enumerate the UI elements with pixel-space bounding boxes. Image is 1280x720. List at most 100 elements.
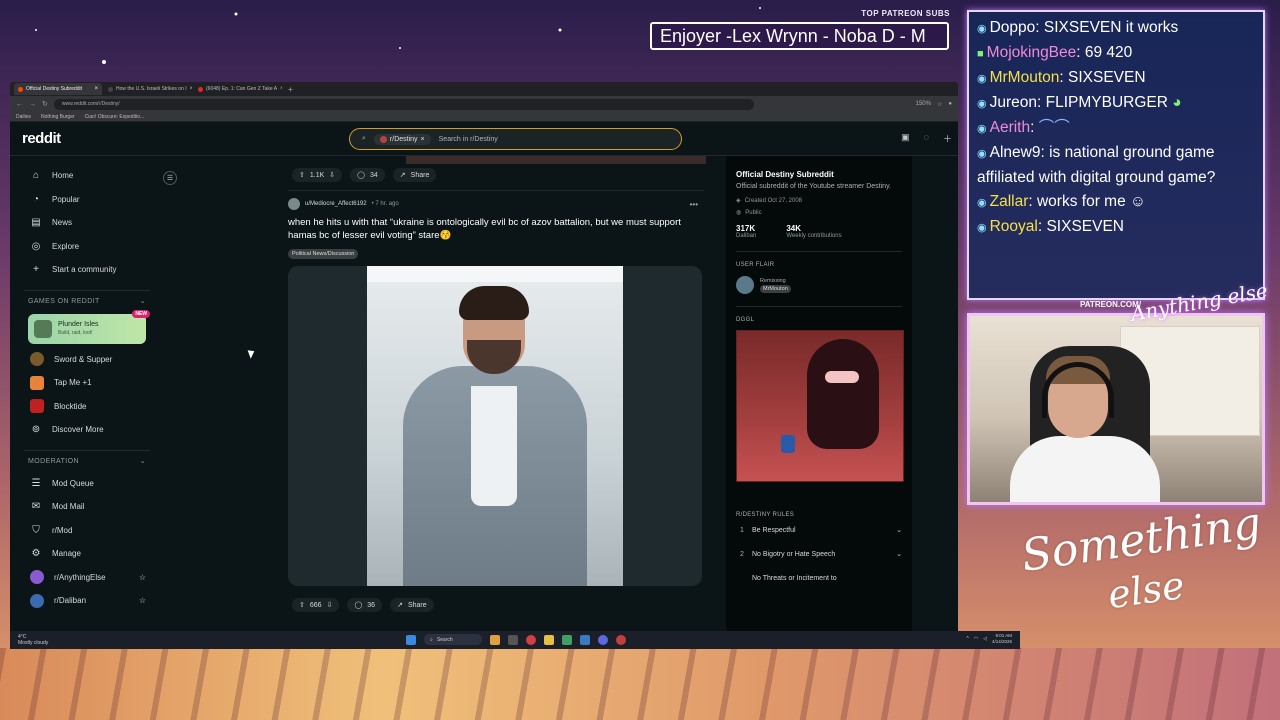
nav-explore[interactable]: ◎ Explore	[24, 235, 150, 259]
remove-filter-icon[interactable]: ×	[421, 136, 425, 143]
post[interactable]: u/Mediocre_Affect6192 • 7 hr. ago ••• wh…	[288, 197, 704, 616]
rule-item[interactable]: 1 Be Respectful ⌄	[736, 518, 902, 542]
close-icon[interactable]: ×	[190, 86, 192, 92]
task-view-icon[interactable]	[508, 634, 518, 645]
dggl-image[interactable]	[736, 330, 904, 482]
browser-window: Official Destiny Subreddit × How the U.S.…	[10, 82, 958, 648]
background-desert	[0, 648, 1280, 720]
bookmark-star-icon[interactable]: ☆	[937, 101, 942, 108]
game-item[interactable]: Blocktide	[24, 395, 150, 419]
moderation-section-header[interactable]: MODERATION ⌄	[24, 449, 150, 472]
chat-username: Aerith	[989, 119, 1031, 136]
downvote-icon[interactable]: ⇩	[327, 601, 333, 609]
search-input[interactable]: Search in r/Destiny	[439, 136, 498, 143]
back-icon[interactable]: ←	[16, 101, 23, 108]
share-icon: ↗	[397, 602, 403, 609]
rule-item[interactable]: No Threats or Incitement to	[736, 566, 902, 590]
game-subtitle: Build, raid, loot!	[58, 329, 93, 336]
browser-tab[interactable]: (6048) Ep. 1: Can Gen Z Take A ×	[194, 83, 282, 95]
games-section-header[interactable]: GAMES ON REDDIT ⌄	[24, 289, 150, 312]
downvote-icon[interactable]: ⇩	[329, 171, 335, 179]
mod-item[interactable]: r/Daliban ☆	[24, 589, 150, 613]
nav-popular[interactable]: ◔ Popular	[24, 188, 150, 212]
previous-post-image	[406, 156, 706, 164]
reload-icon[interactable]: ↻	[42, 100, 48, 108]
game-item[interactable]: Sword & Supper	[24, 348, 150, 372]
emote-icon: ◕	[1167, 94, 1182, 111]
reddit-logo[interactable]: reddit	[22, 130, 61, 147]
forward-icon[interactable]: →	[29, 101, 36, 108]
game-item[interactable]: ⊚ Discover More	[24, 418, 150, 442]
star-icon[interactable]: ☆	[139, 596, 146, 605]
volume-icon[interactable]: ◁	[983, 636, 987, 642]
post-author[interactable]: u/Mediocre_Affect6192	[305, 201, 367, 207]
section-label: GAMES ON REDDIT	[28, 297, 100, 305]
profile-icon[interactable]: ●	[948, 101, 952, 108]
windows-start-icon[interactable]	[406, 634, 416, 645]
clock[interactable]: 9:01 AM 4/14/2026	[992, 633, 1012, 645]
close-icon[interactable]: ×	[280, 86, 282, 92]
star-icon[interactable]: ☆	[139, 573, 146, 582]
mod-item[interactable]: ✉ Mod Mail	[24, 495, 150, 519]
rule-text: No Bigotry or Hate Speech	[752, 550, 836, 558]
share-label: Share	[407, 601, 427, 609]
news-icon: ▤	[31, 217, 41, 229]
browser-tab[interactable]: Official Destiny Subreddit ×	[14, 83, 102, 95]
url-field[interactable]: www.reddit.com/r/Destiny/	[53, 98, 754, 110]
emote-icon: ☺	[1125, 193, 1146, 210]
wifi-icon[interactable]: ◠	[974, 636, 978, 642]
featured-game-card[interactable]: Plunder Isles Build, raid, loot! NEW	[28, 309, 150, 344]
browser-app-icon[interactable]	[526, 634, 536, 645]
search-label: Search	[436, 636, 453, 643]
new-tab-button[interactable]: +	[288, 85, 293, 94]
bookmark-item[interactable]: Ciao! Obscure: Expeditio...	[85, 114, 144, 120]
tray-chevron-icon[interactable]: ^	[966, 636, 968, 642]
advertise-icon[interactable]: ▣	[901, 132, 910, 145]
post-title[interactable]: when he hits u with that “ukraine is ont…	[288, 216, 704, 242]
app-icon[interactable]	[580, 634, 590, 645]
more-options-icon[interactable]: •••	[690, 200, 698, 209]
mod-item[interactable]: ☰ Mod Queue	[24, 472, 150, 496]
comments-button[interactable]: ◯ 36	[347, 598, 383, 612]
nav-home[interactable]: ⌂ Home	[24, 164, 150, 188]
mod-item[interactable]: ⚙ Manage	[24, 542, 150, 566]
collapse-sidebar-icon[interactable]: ☰	[163, 171, 177, 185]
avatar[interactable]	[288, 198, 300, 210]
app-icon[interactable]	[562, 634, 572, 645]
rule-item[interactable]: 2 No Bigotry or Hate Speech ⌄	[736, 542, 902, 566]
bookmark-item[interactable]: Nothing Burger	[41, 114, 75, 120]
mod-item[interactable]: ⛉ r/Mod	[24, 519, 150, 543]
vote-control[interactable]: ⇧ 1.1K ⇩	[292, 168, 343, 182]
share-button[interactable]: ↗ Share	[392, 168, 437, 182]
subreddit-filter-chip[interactable]: r/Destiny ×	[373, 133, 431, 145]
comments-button[interactable]: ◯ 34	[350, 168, 385, 182]
nav-start-community[interactable]: + Start a community	[24, 258, 150, 282]
bookmark-item[interactable]: Dailies	[16, 114, 31, 120]
mod-item[interactable]: r/AnythingElse ☆	[24, 566, 150, 590]
browser-tab[interactable]: How the U.S. Israeli Strikes on I ×	[104, 83, 192, 95]
nav-news[interactable]: ▤ News	[24, 211, 150, 235]
search-bar[interactable]: ⌕ r/Destiny × Search in r/Destiny	[349, 128, 682, 150]
globe-icon: ◍	[736, 210, 742, 216]
post-flair[interactable]: Political News/Discussion	[288, 249, 359, 259]
close-icon[interactable]: ×	[94, 86, 98, 92]
weather-widget[interactable]: 4°C Mostly cloudy	[18, 634, 48, 646]
folder-icon[interactable]	[544, 634, 554, 645]
upvote-icon[interactable]: ⇧	[299, 171, 305, 179]
game-item[interactable]: Tap Me +1	[24, 371, 150, 395]
zoom-level[interactable]: 150%	[916, 101, 931, 108]
upvote-icon[interactable]: ⇧	[299, 601, 305, 609]
user-flair[interactable]: Remixxing MrMouton	[736, 276, 902, 294]
app-icon[interactable]	[616, 634, 626, 645]
share-button[interactable]: ↗ Share	[390, 598, 434, 612]
discord-icon[interactable]	[598, 634, 608, 645]
post-image[interactable]	[288, 266, 702, 586]
taskbar-search[interactable]: ⌕ Search	[424, 634, 482, 645]
tab-label: (6048) Ep. 1: Can Gen Z Take A	[206, 86, 278, 92]
vote-control[interactable]: ⇧ 666 ⇩	[292, 598, 340, 612]
mail-icon: ✉	[31, 501, 41, 513]
create-post-icon[interactable]: ＋	[943, 132, 952, 145]
app-icon[interactable]	[490, 634, 500, 645]
chat-icon[interactable]: ◌	[924, 132, 929, 145]
page-favicon-icon	[108, 86, 113, 92]
